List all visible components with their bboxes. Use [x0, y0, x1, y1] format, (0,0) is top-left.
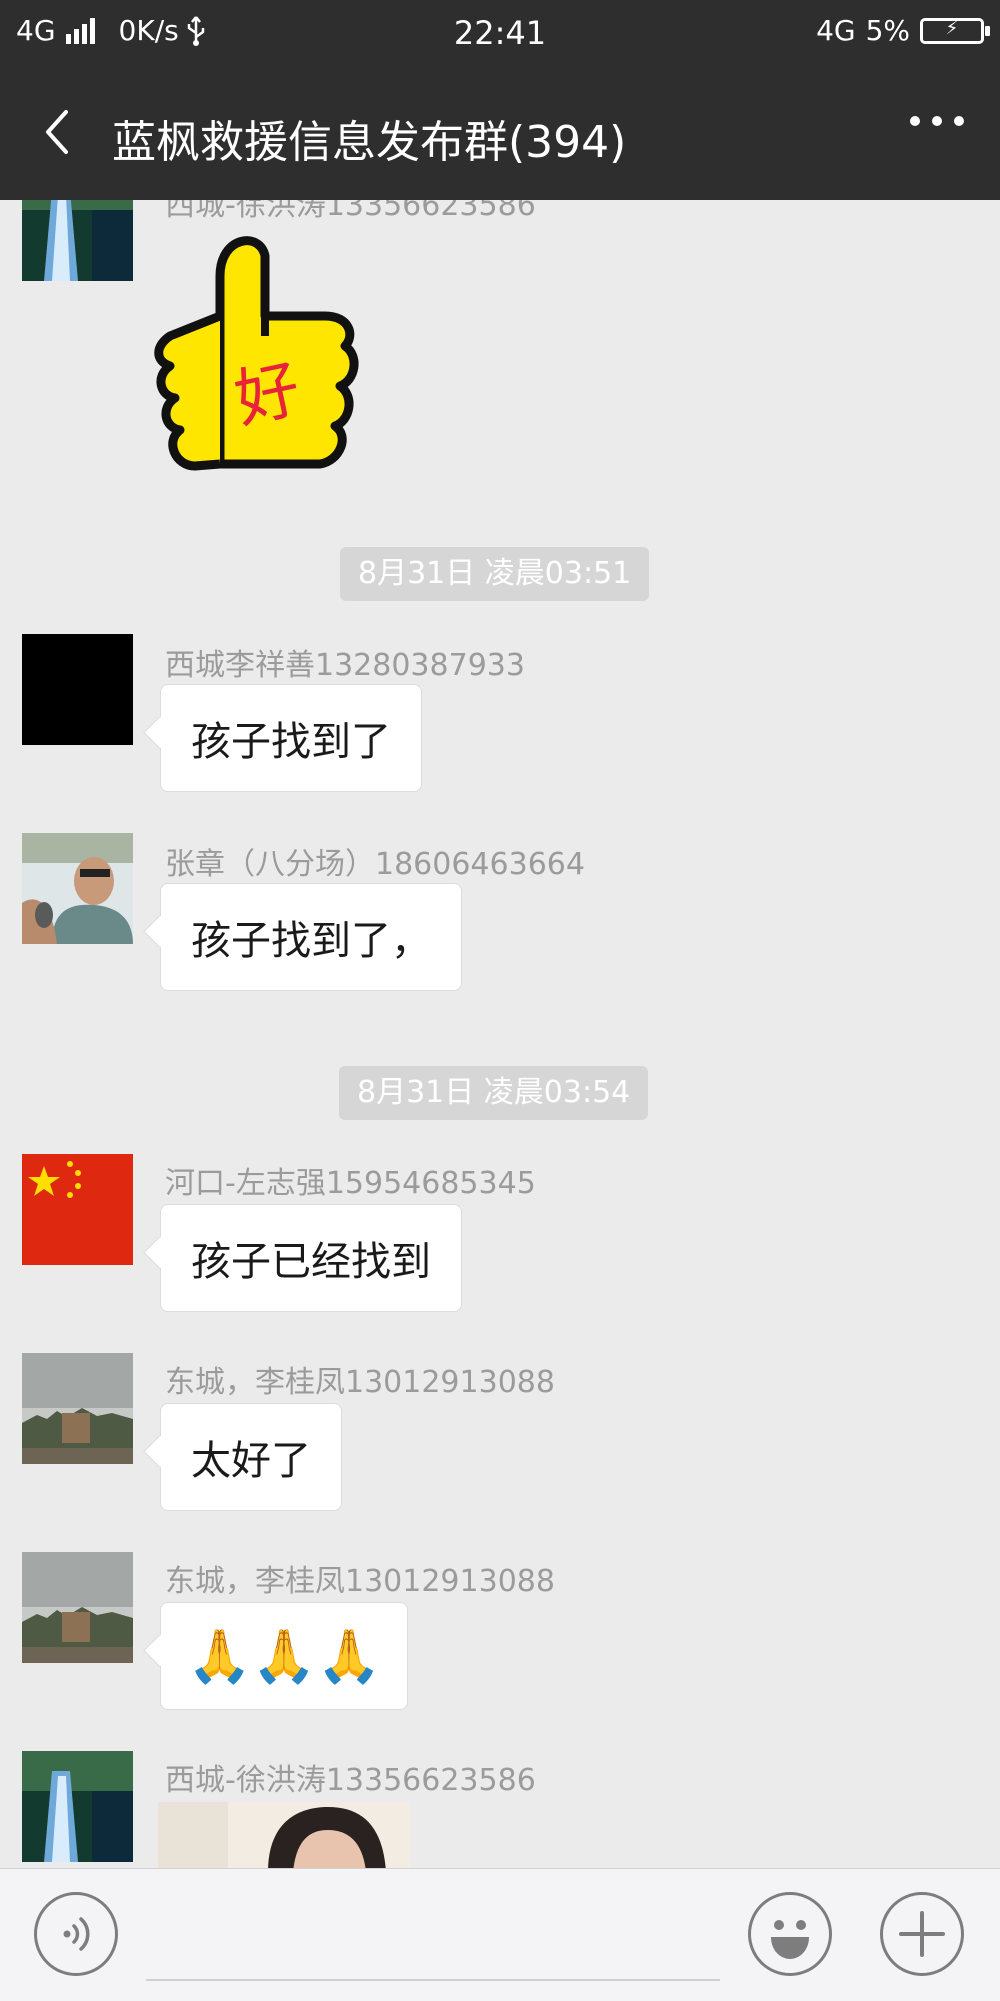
thumbs-up-sticker[interactable]: 好: [150, 216, 370, 496]
avatar[interactable]: [22, 833, 133, 944]
emoji-smile-icon: [771, 1920, 809, 1959]
battery-percent: 5%: [865, 14, 910, 47]
sender-name: 东城，李桂凤13012913088: [165, 1365, 555, 1400]
china-flag-icon: [22, 1154, 133, 1265]
sender-name: 东城，李桂凤13012913088: [165, 1564, 555, 1599]
sender-name: 张章（八分场）18606463664: [165, 847, 585, 882]
time-divider: 8月31日 凌晨03:51: [340, 547, 650, 601]
time-divider: 8月31日 凌晨03:54: [339, 1066, 649, 1120]
battery-charging-icon: ⚡: [920, 17, 990, 44]
avatar[interactable]: [22, 1353, 133, 1464]
emoji-button[interactable]: [748, 1892, 832, 1976]
plus-icon: [899, 1911, 945, 1957]
image-message[interactable]: [158, 1802, 410, 1868]
avatar[interactable]: [22, 1552, 133, 1663]
status-bar: 4G 0K/s 22:41 4G 5% ⚡: [0, 0, 1000, 66]
message-bubble[interactable]: 太好了: [160, 1403, 342, 1511]
message-bubble[interactable]: 孩子已经找到: [160, 1204, 462, 1312]
plus-button[interactable]: [880, 1892, 964, 1976]
back-chevron-icon[interactable]: [32, 104, 88, 160]
emoji-bubble[interactable]: 🙏🙏🙏: [160, 1602, 409, 1710]
chat-header: 蓝枫救援信息发布群(394): [0, 66, 1000, 200]
sender-name: 河口-左志强15954685345: [165, 1166, 536, 1201]
avatar[interactable]: [22, 1751, 133, 1862]
avatar[interactable]: [22, 200, 133, 281]
message-bubble[interactable]: 孩子找到了: [160, 684, 422, 792]
avatar[interactable]: [22, 1154, 133, 1265]
network-type-right: 4G: [816, 14, 856, 47]
sender-name: 西城李祥善13280387933: [165, 648, 525, 683]
avatar[interactable]: [22, 634, 133, 745]
message-input[interactable]: [146, 1979, 720, 1981]
message-bubble[interactable]: 孩子找到了，: [160, 883, 462, 991]
message-list[interactable]: 西城-徐洪涛13356623586 好 8月31日 凌晨03:51 西城李祥善1…: [0, 200, 1000, 1868]
chat-title: 蓝枫救援信息发布群(394): [112, 117, 627, 168]
voice-button[interactable]: [34, 1892, 118, 1976]
voice-icon: [63, 1917, 90, 1951]
sender-name: 西城-徐洪涛13356623586: [165, 1763, 536, 1798]
more-dots-icon[interactable]: [910, 116, 964, 126]
status-right: 4G 5% ⚡: [816, 14, 990, 47]
input-bar: [0, 1868, 1000, 2001]
